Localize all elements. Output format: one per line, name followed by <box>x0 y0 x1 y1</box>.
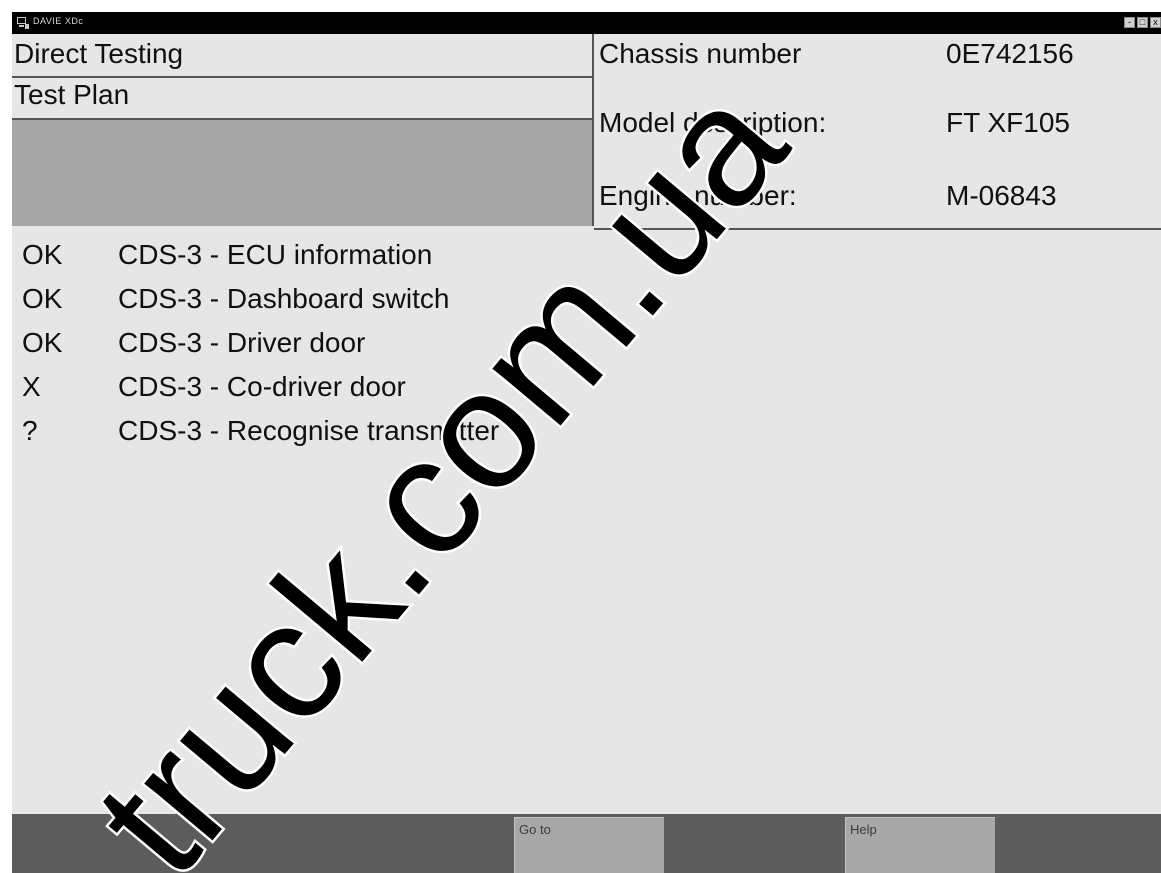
test-name: CDS-3 - ECU information <box>118 239 433 270</box>
test-status: OK <box>22 283 63 314</box>
model-description-label: Model description: <box>599 107 827 138</box>
test-status: OK <box>22 327 63 358</box>
direct-testing-item[interactable]: Direct Testing <box>12 34 594 78</box>
close-button[interactable]: x <box>1150 17 1161 28</box>
maximize-button[interactable]: □ <box>1137 17 1148 28</box>
test-plan-label: Test Plan <box>14 79 130 110</box>
title-bar[interactable]: DAVIE XDc - □ x <box>12 12 1161 34</box>
test-row[interactable]: OK CDS-3 - Dashboard switch <box>12 283 912 325</box>
test-name: CDS-3 - Driver door <box>118 327 366 358</box>
mode-panel: Direct Testing Test Plan <box>12 34 594 228</box>
minimize-button[interactable]: - <box>1124 17 1135 28</box>
test-name: CDS-3 - Recognise transmitter <box>118 415 500 446</box>
test-list: OK CDS-3 - ECU information OK CDS-3 - Da… <box>12 230 1161 814</box>
test-name: CDS-3 - Co-driver door <box>118 371 406 402</box>
selected-row-highlight <box>12 120 594 226</box>
help-button[interactable]: Help <box>845 817 995 873</box>
chassis-number-label: Chassis number <box>599 38 802 69</box>
app-icon <box>17 17 29 29</box>
chassis-number-value: 0E742156 <box>946 38 1074 69</box>
test-row[interactable]: ? CDS-3 - Recognise transmitter <box>12 415 912 457</box>
window-title: DAVIE XDc <box>33 16 84 26</box>
test-row[interactable]: OK CDS-3 - ECU information <box>12 239 912 281</box>
function-key-bar: Go to Help <box>12 814 1161 873</box>
test-name: CDS-3 - Dashboard switch <box>118 283 450 314</box>
help-label: Help <box>850 822 877 837</box>
application-window: DAVIE XDc - □ x Direct Testing Test Plan… <box>12 12 1161 873</box>
test-row[interactable]: X CDS-3 - Co-driver door <box>12 371 912 413</box>
test-status: OK <box>22 239 63 270</box>
model-description-value: FT XF105 <box>946 107 1070 138</box>
go-to-button[interactable]: Go to <box>514 817 664 873</box>
go-to-label: Go to <box>519 822 551 837</box>
test-row[interactable]: OK CDS-3 - Driver door <box>12 327 912 369</box>
engine-number-value: M-06843 <box>946 180 1057 211</box>
direct-testing-label: Direct Testing <box>14 38 184 69</box>
test-plan-item[interactable]: Test Plan <box>12 78 594 120</box>
engine-number-label: Engine number: <box>599 180 797 211</box>
test-status: X <box>22 371 41 402</box>
vehicle-info-panel: Chassis number 0E742156 Model descriptio… <box>594 34 1161 230</box>
test-status: ? <box>22 415 38 446</box>
